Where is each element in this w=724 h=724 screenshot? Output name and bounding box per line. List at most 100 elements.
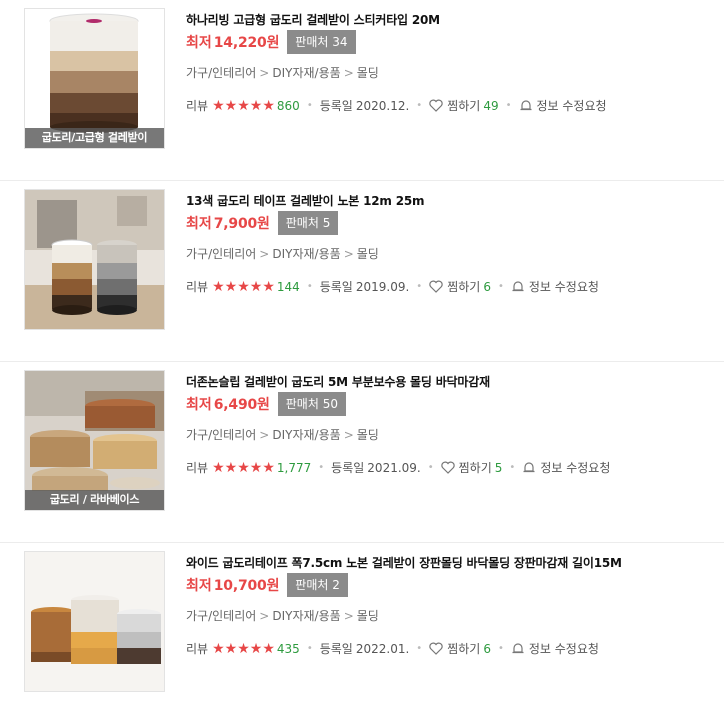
- reg-date: 2020.12.: [355, 98, 410, 113]
- wish-label[interactable]: 찜하기: [447, 640, 480, 657]
- category-link[interactable]: 몰딩: [357, 247, 379, 261]
- report-link[interactable]: 정보 수정요청: [537, 97, 607, 114]
- meta-row: 리뷰 ★ ★ ★ ★ ★ 1,777 • 등록일 2021.09. • 찜하기 5 • …: [186, 459, 610, 476]
- seller-label: 판매처: [295, 578, 329, 592]
- wish-label[interactable]: 찜하기: [447, 97, 480, 114]
- category-link[interactable]: 몰딩: [357, 609, 379, 623]
- lowest-price[interactable]: 6,490원: [214, 394, 270, 414]
- price-label: 최저: [186, 578, 212, 594]
- separator-dot: •: [497, 643, 504, 654]
- tape-rolls-image: [25, 552, 164, 691]
- separator-dot: •: [416, 100, 423, 111]
- bell-icon[interactable]: [511, 280, 525, 293]
- seller-count-button[interactable]: 판매처 2: [287, 573, 348, 597]
- half-star-icon: ★: [262, 640, 275, 657]
- category-link[interactable]: 가구/인테리어: [186, 66, 256, 80]
- reg-date: 2021.09.: [367, 460, 421, 475]
- lowest-price[interactable]: 14,220원: [214, 32, 280, 52]
- report-link[interactable]: 정보 수정요청: [529, 640, 599, 657]
- product-thumbnail[interactable]: [24, 551, 165, 692]
- thumbnail-caption: 굽도리 / 라바베이스: [25, 490, 164, 510]
- lowest-price[interactable]: 10,700원: [214, 575, 280, 595]
- product-title[interactable]: 더존논슬립 걸레받이 굽도리 5M 부분보수용 몰딩 바닥마감재: [186, 373, 490, 390]
- lowest-price[interactable]: 7,900원: [214, 213, 270, 233]
- wish-count: 6: [483, 279, 491, 294]
- star-icon: ★: [249, 459, 263, 476]
- review-label: 리뷰: [186, 461, 209, 475]
- bell-icon[interactable]: [511, 642, 525, 655]
- report-link[interactable]: 정보 수정요청: [540, 459, 610, 476]
- heart-icon[interactable]: [429, 280, 443, 293]
- review-count[interactable]: 435: [277, 642, 300, 656]
- category-link[interactable]: DIY자재/용품: [272, 609, 340, 623]
- reg-label: 등록일: [319, 642, 353, 656]
- product-title[interactable]: 하나리빙 고급형 굽도리 걸레받이 스티커타입 20M: [186, 11, 440, 28]
- tape-rolls-image: [25, 190, 164, 329]
- seller-count: 34: [332, 35, 348, 49]
- chevron-right-icon: >: [259, 66, 270, 80]
- product-thumbnail[interactable]: 굽도리 / 라바베이스: [24, 370, 165, 511]
- category-link[interactable]: 가구/인테리어: [186, 609, 256, 623]
- review-count[interactable]: 1,777: [277, 461, 311, 475]
- reg-label: 등록일: [319, 280, 353, 294]
- chevron-right-icon: >: [259, 609, 270, 623]
- bell-icon[interactable]: [519, 99, 533, 112]
- product-thumbnail[interactable]: 굽도리/고급형 걸레받이: [24, 8, 165, 149]
- heart-icon[interactable]: [440, 461, 455, 474]
- heart-icon[interactable]: [429, 642, 443, 655]
- meta-row: 리뷰 ★ ★ ★ ★ ★ 435 • 등록일 2022.01. • 찜하기 6 • 정보…: [186, 640, 599, 657]
- star-icon: ★: [249, 97, 263, 114]
- wish-count: 6: [483, 641, 491, 656]
- category-breadcrumb: 가구/인테리어 > DIY자재/용품 > 몰딩: [186, 426, 379, 443]
- category-link[interactable]: 가구/인테리어: [186, 247, 256, 261]
- category-link[interactable]: 가구/인테리어: [186, 428, 256, 442]
- separator-dot: •: [306, 100, 313, 111]
- report-link[interactable]: 정보 수정요청: [529, 278, 599, 295]
- seller-count-button[interactable]: 판매처 5: [277, 211, 339, 235]
- half-star-icon: ★: [262, 278, 275, 295]
- category-link[interactable]: DIY자재/용품: [272, 428, 340, 442]
- category-link[interactable]: DIY자재/용품: [272, 66, 340, 80]
- product-title[interactable]: 13색 굽도리 테이프 걸레받이 노본 12m 25m: [186, 192, 424, 209]
- star-icon: ★: [212, 640, 225, 657]
- bell-icon[interactable]: [522, 461, 536, 474]
- star-icon: ★: [224, 278, 238, 295]
- chevron-right-icon: >: [343, 66, 354, 80]
- product-thumbnail[interactable]: [24, 189, 165, 330]
- meta-row: 리뷰 ★ ★ ★ ★ ★ 860 • 등록일 2020.12. • 찜하기 49 • 정…: [186, 97, 607, 114]
- category-link[interactable]: DIY자재/용품: [272, 247, 340, 261]
- product-item: 13색 굽도리 테이프 걸레받이 노본 12m 25m 최저 7,900원 판매…: [0, 181, 724, 362]
- price-label: 최저: [186, 35, 212, 51]
- star-icon: ★: [224, 97, 238, 114]
- seller-count-button[interactable]: 판매처 34: [287, 30, 356, 54]
- product-item: 와이드 굽도리테이프 폭7.5cm 노본 걸레받이 장판몰딩 바닥몰딩 장판마감…: [0, 543, 724, 724]
- price-row: 최저 10,700원 판매처 2: [186, 573, 348, 597]
- separator-dot: •: [509, 462, 516, 473]
- review-count[interactable]: 860: [277, 99, 300, 113]
- thumbnail-caption: 굽도리/고급형 걸레받이: [25, 128, 164, 148]
- price-label: 최저: [186, 216, 212, 232]
- review-label: 리뷰: [186, 642, 209, 656]
- separator-dot: •: [505, 100, 512, 111]
- review-count[interactable]: 144: [277, 280, 300, 294]
- star-icon: ★: [249, 640, 263, 657]
- star-icon: ★: [224, 459, 238, 476]
- rating-stars: ★ ★ ★ ★ ★: [212, 280, 275, 294]
- star-icon: ★: [212, 459, 225, 476]
- category-link[interactable]: 몰딩: [357, 66, 379, 80]
- seller-label: 판매처: [285, 216, 319, 230]
- chevron-right-icon: >: [343, 609, 354, 623]
- star-icon: ★: [237, 640, 250, 657]
- wish-label[interactable]: 찜하기: [459, 459, 492, 476]
- half-star-icon: ★: [262, 459, 275, 476]
- seller-count: 2: [332, 578, 340, 592]
- category-link[interactable]: 몰딩: [357, 428, 379, 442]
- seller-label: 판매처: [285, 397, 319, 411]
- heart-icon[interactable]: [429, 99, 443, 112]
- category-breadcrumb: 가구/인테리어 > DIY자재/용품 > 몰딩: [186, 245, 379, 262]
- meta-row: 리뷰 ★ ★ ★ ★ ★ 144 • 등록일 2019.09. • 찜하기 6 • 정보…: [186, 278, 599, 295]
- product-title[interactable]: 와이드 굽도리테이프 폭7.5cm 노본 걸레받이 장판몰딩 바닥몰딩 장판마감…: [186, 554, 622, 571]
- seller-count-button[interactable]: 판매처 50: [277, 392, 346, 416]
- wish-label[interactable]: 찜하기: [447, 278, 480, 295]
- category-breadcrumb: 가구/인테리어 > DIY자재/용품 > 몰딩: [186, 64, 379, 81]
